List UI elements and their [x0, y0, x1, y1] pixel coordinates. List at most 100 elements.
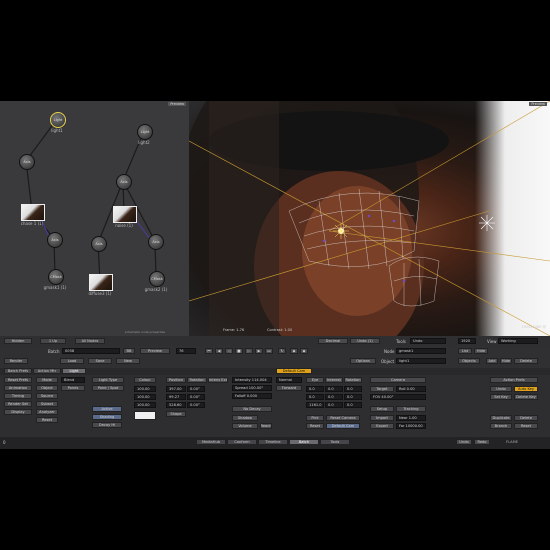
points-button[interactable]: Points	[61, 385, 85, 391]
preview-button[interactable]: Preview	[140, 348, 170, 354]
light-type-dropdown[interactable]: Point / Spot	[92, 385, 124, 391]
light-node-2[interactable]: Light	[137, 124, 153, 140]
list-button[interactable]: List	[458, 348, 472, 354]
colour-r-field[interactable]: 100.00	[134, 386, 156, 392]
axis-node-3[interactable]: Axis	[47, 232, 63, 248]
set-key-button[interactable]: Set Key	[490, 394, 512, 400]
cmask-node-1[interactable]: CMask	[48, 269, 64, 285]
delete-button[interactable]: Delete	[514, 415, 538, 421]
branch-button[interactable]: Branch	[490, 423, 512, 429]
fov-field[interactable]: FOV 40.00°	[370, 394, 426, 400]
far-field[interactable]: Far 10000.00	[396, 423, 426, 429]
active-toggle[interactable]: Active	[92, 406, 122, 412]
render-set-button[interactable]: Render Set	[4, 401, 32, 407]
key-next-icon[interactable]: ◆	[300, 348, 308, 354]
setup-button[interactable]: Setup	[370, 406, 394, 412]
light-type-button[interactable]: Light Type	[92, 377, 124, 383]
subset-button[interactable]: Subset	[36, 401, 58, 407]
cam-rot-x-field[interactable]: 0.0	[344, 386, 362, 392]
go-start-icon[interactable]: ⏮	[205, 348, 213, 354]
options-button[interactable]: Options	[350, 358, 376, 364]
tab-action-mtr[interactable]: Action Mtr	[33, 368, 61, 374]
undo-list-field[interactable]: Undo (1)	[350, 338, 380, 344]
tools-dropdown[interactable]: Undo	[410, 338, 446, 344]
duplicate-button[interactable]: Duplicate	[490, 415, 512, 421]
default-cam-tab[interactable]: Default Cam	[276, 368, 312, 374]
tab-batch[interactable]: Batch	[289, 439, 319, 445]
source-button[interactable]: Source	[36, 393, 58, 399]
objects-button[interactable]: Objects	[458, 358, 480, 364]
export-button[interactable]: Export	[370, 423, 394, 429]
add-button[interactable]: Add	[486, 358, 498, 364]
cam-rot-z-field[interactable]: 0.0	[344, 402, 362, 408]
interest-z-field[interactable]: 0.0	[325, 402, 343, 408]
rotation-y-field[interactable]: 0.00°	[187, 394, 205, 400]
undo-button[interactable]: Undo	[490, 386, 512, 392]
object-button[interactable]: Object	[36, 385, 58, 391]
axis-node-5[interactable]: Axis	[148, 234, 164, 250]
tab-all-nodes[interactable]: All Nodes	[75, 338, 105, 344]
volume-button[interactable]: Volume	[232, 423, 258, 429]
mode-button[interactable]: Mode	[36, 377, 58, 383]
render-button[interactable]: Render	[4, 358, 28, 364]
stop-icon[interactable]: ■	[235, 348, 243, 354]
normal-dropdown[interactable]: Normal	[276, 377, 302, 383]
action-prefs-button[interactable]: Action Prefs	[490, 377, 538, 383]
reset-prefs-button[interactable]: Reset Prefs	[4, 377, 32, 383]
import-button[interactable]: Import	[370, 415, 394, 421]
hide-button[interactable]: Hide	[474, 348, 488, 354]
view-dropdown[interactable]: Working	[498, 338, 538, 344]
viewer-panel[interactable]: Preview 1920x1080 @ Frame: 1-76 Contrast…	[189, 101, 550, 336]
go-end-icon[interactable]: ⏭	[265, 348, 273, 354]
reach-button[interactable]: Reach	[260, 423, 272, 429]
no-decay-button[interactable]: No Decay	[232, 406, 272, 412]
tab-mediahub[interactable]: MediaHub	[196, 439, 226, 445]
colour-swatch[interactable]	[134, 411, 156, 420]
eye-y-field[interactable]: 0.0	[306, 394, 324, 400]
axis-node-4[interactable]: Axis	[91, 236, 107, 252]
display-button[interactable]: Display	[4, 409, 32, 415]
schematic-panel[interactable]: Preview Light light1 Light light2 Axis A…	[0, 101, 189, 336]
image-node-1[interactable]	[21, 204, 45, 221]
axis-node-1[interactable]: Axis	[19, 154, 35, 170]
forward-button[interactable]: Forward	[276, 385, 302, 391]
play-back-icon[interactable]: ◁	[225, 348, 233, 354]
cmask-node-2[interactable]: CMask	[149, 271, 165, 287]
hide-object-button[interactable]: Hide	[500, 358, 512, 364]
default-cam-button[interactable]: Default Cam	[326, 423, 360, 429]
analyzer-button[interactable]: Analyzer	[36, 409, 58, 415]
timing-button[interactable]: Timing	[4, 393, 32, 399]
interest-x-field[interactable]: 0.0	[325, 386, 343, 392]
tab-light[interactable]: Light	[62, 368, 86, 374]
tab-tools[interactable]: Tools	[320, 439, 350, 445]
position-x-field[interactable]: 397.00	[166, 386, 186, 392]
decay-button[interactable]: Decay Hi	[92, 422, 122, 428]
shadow-button[interactable]: Shadow	[232, 415, 258, 421]
position-y-field[interactable]: 99.27	[166, 394, 186, 400]
tab-1-up[interactable]: 1 Up	[40, 338, 66, 344]
interest-y-field[interactable]: 0.0	[325, 394, 343, 400]
cam-rot-y-field[interactable]: 0.0	[344, 394, 362, 400]
image-node-3[interactable]	[89, 274, 113, 291]
light-node-1[interactable]: Light	[50, 112, 66, 128]
colour-b-field[interactable]: 100.00	[134, 402, 156, 408]
pick-button[interactable]: Pick	[306, 415, 324, 421]
tab-conform[interactable]: Conform	[227, 439, 257, 445]
tracking-button[interactable]: Tracking	[396, 406, 426, 412]
loop-icon[interactable]: ↻	[278, 348, 286, 354]
rotation-x-field[interactable]: 0.00°	[187, 386, 205, 392]
auto-key-button[interactable]: Auto Key	[514, 386, 538, 392]
delete-key-button[interactable]: Delete Key	[514, 394, 538, 400]
save-button[interactable]: Save	[88, 358, 112, 364]
step-forward-icon[interactable]: ▶	[255, 348, 263, 354]
fps-field[interactable]: 1920	[458, 338, 476, 344]
colour-g-field[interactable]: 100.00	[134, 394, 156, 400]
object-field[interactable]: light1	[396, 358, 446, 364]
key-prev-icon[interactable]: ◆	[290, 348, 298, 354]
step-back-icon[interactable]: ◀	[215, 348, 223, 354]
right-reset-button[interactable]: Reset	[514, 423, 538, 429]
axis-node-2[interactable]: Axis	[116, 174, 132, 190]
rotation-z-field[interactable]: 0.00°	[187, 402, 205, 408]
new-button[interactable]: New	[116, 358, 140, 364]
reset-button[interactable]: Reset	[36, 417, 58, 423]
